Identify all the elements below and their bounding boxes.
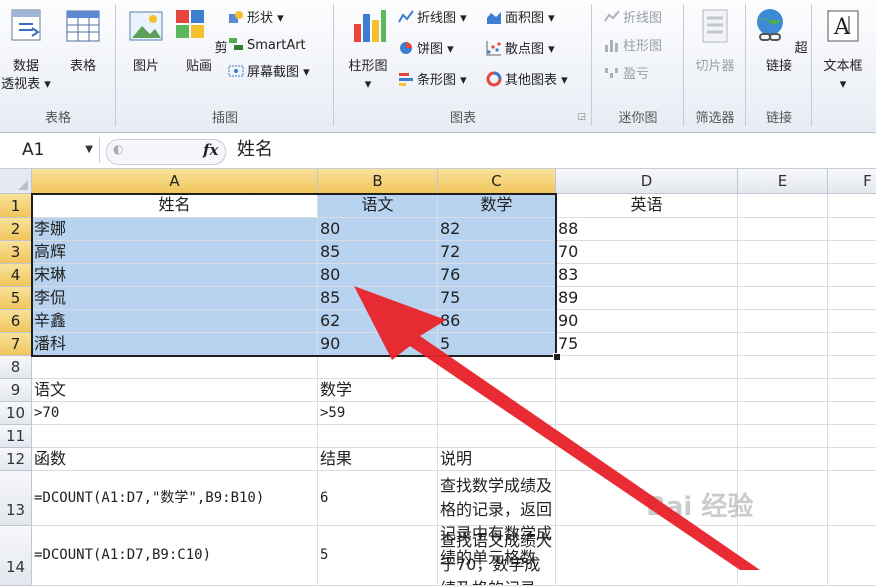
annotation-arrow	[354, 286, 760, 570]
